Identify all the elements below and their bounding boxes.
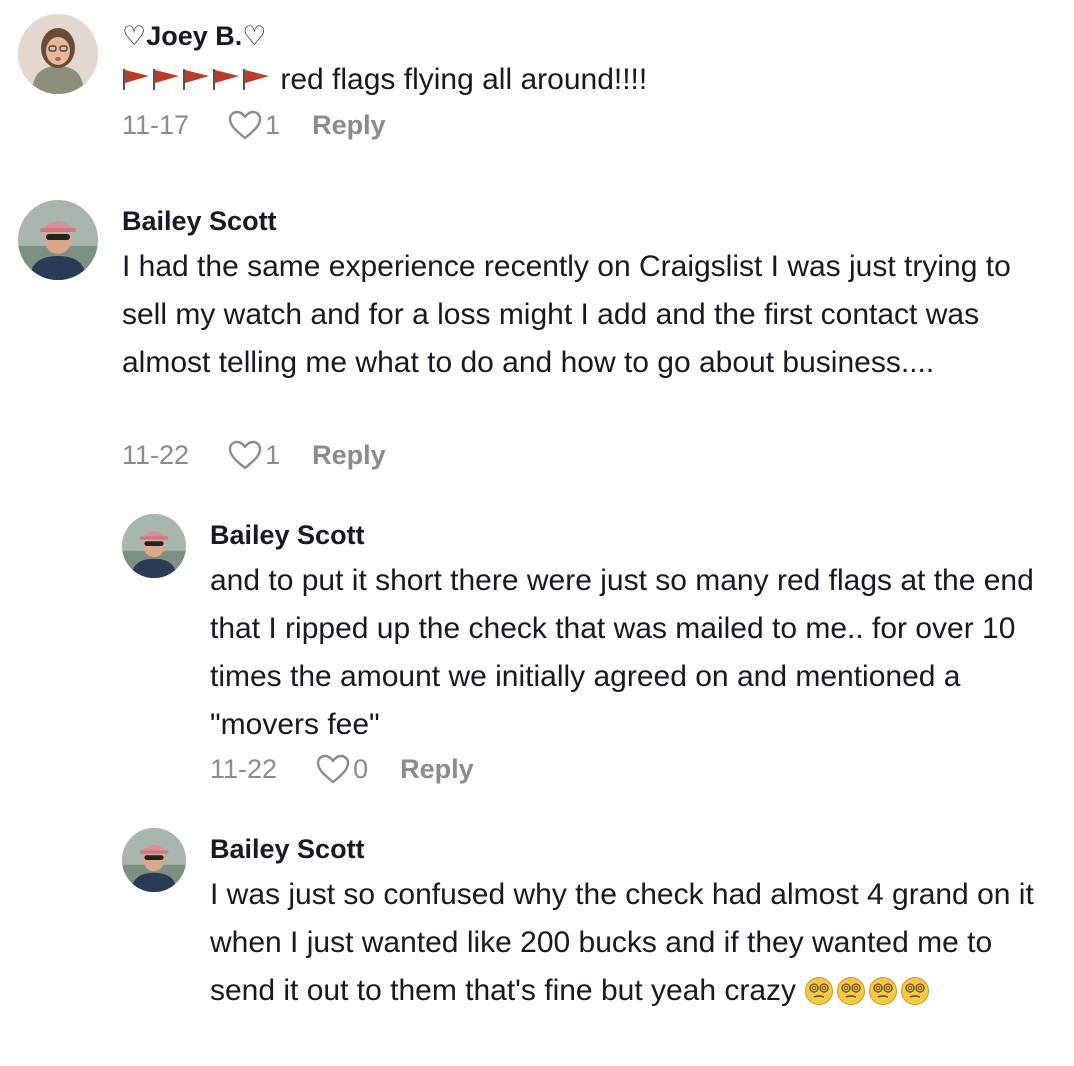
heart-outline-icon <box>228 440 262 470</box>
avatar[interactable] <box>122 514 186 578</box>
reply-button[interactable]: Reply <box>312 440 386 471</box>
like-button[interactable]: 1 <box>227 439 280 471</box>
avatar-bailey-image <box>122 828 186 892</box>
dizzy-face-emojis <box>804 974 932 1007</box>
heart-outline-icon <box>228 110 262 140</box>
avatar-bailey-image <box>122 514 186 578</box>
like-button[interactable]: 1 <box>227 109 280 141</box>
red-flag-icon <box>213 69 239 90</box>
comment-meta: 11-17 1 Reply <box>122 105 386 145</box>
red-flag-icon <box>183 69 209 90</box>
like-button[interactable]: 0 <box>315 753 368 785</box>
avatar[interactable] <box>18 14 98 94</box>
dizzy-face-icon <box>901 977 930 1005</box>
dizzy-face-icon <box>869 977 898 1005</box>
comment-text: I had the same experience recently on Cr… <box>122 250 1011 379</box>
like-count: 0 <box>353 753 369 784</box>
comment-text: I was just so confused why the check had… <box>210 871 1060 1015</box>
comment-date: 11-17 <box>122 109 190 140</box>
red-flag-emojis <box>122 63 272 96</box>
dizzy-face-icon <box>805 977 834 1005</box>
comment-text: red flags flying all around!!!! <box>122 56 1052 104</box>
like-count: 1 <box>265 109 281 140</box>
red-flag-icon <box>153 69 179 90</box>
red-flag-icon <box>123 69 149 90</box>
avatar-bailey-image <box>18 200 98 280</box>
dizzy-face-icon <box>837 977 866 1005</box>
comment-meta: 11-22 1 Reply <box>122 435 386 475</box>
comment-text: and to put it short there were just so m… <box>210 564 1034 741</box>
comment-text-body: red flags flying all around!!!! <box>280 63 648 96</box>
username[interactable]: Bailey Scott <box>122 205 277 237</box>
avatar-joey-image <box>18 14 98 94</box>
reply-button[interactable]: Reply <box>400 754 474 785</box>
comment-meta: 11-22 0 Reply <box>210 749 474 789</box>
red-flag-icon <box>243 69 269 90</box>
avatar[interactable] <box>18 200 98 280</box>
username[interactable]: ♡Joey B.♡ <box>122 20 266 52</box>
like-count: 1 <box>265 439 281 470</box>
username[interactable]: Bailey Scott <box>210 833 365 865</box>
heart-outline-icon <box>316 754 350 784</box>
comment-date: 11-22 <box>122 439 190 470</box>
avatar[interactable] <box>122 828 186 892</box>
username[interactable]: Bailey Scott <box>210 519 365 551</box>
reply-button[interactable]: Reply <box>312 110 386 141</box>
comment-date: 11-22 <box>210 753 278 784</box>
